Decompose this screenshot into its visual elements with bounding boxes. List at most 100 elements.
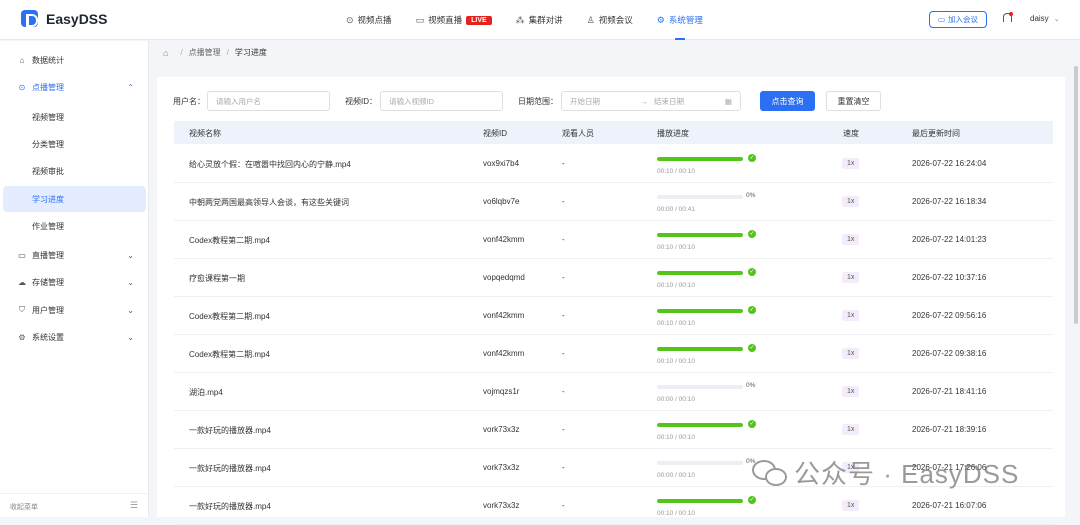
col-last-update: 最后更新时间 bbox=[912, 129, 960, 138]
breadcrumb-item[interactable]: 点播管理 bbox=[189, 47, 221, 58]
breadcrumb-separator: / bbox=[180, 48, 183, 57]
sidebar-sub-homework-management[interactable]: 作业管理 bbox=[0, 213, 148, 239]
check-circle-icon: ✓ bbox=[748, 306, 756, 314]
username-input[interactable]: 请输入用户名 bbox=[207, 91, 330, 111]
query-button[interactable]: 点击查询 bbox=[760, 91, 815, 111]
menu-fold-icon: ☰ bbox=[129, 500, 138, 510]
sidebar-sub-learning-progress[interactable]: 学习进度 bbox=[3, 186, 146, 212]
join-meeting-label: 加入会议 bbox=[948, 15, 979, 24]
main-nav: ⊙ 视频点播 ▭ 视频直播 LIVE ⁂ 集群对讲 ♙ 视频会议 ⚙ 系统管理 bbox=[346, 0, 727, 40]
progress-bar bbox=[657, 157, 743, 161]
sidebar-item-vod-management[interactable]: ⊙ 点播管理 ⌃ bbox=[0, 74, 148, 100]
table-row[interactable]: Codex教程第二期.mp4 vonf42kmm - ✓ 00:10 / 00:10 1x… bbox=[174, 221, 1053, 259]
gear-icon: ⚙ bbox=[656, 14, 665, 25]
home-icon[interactable]: ⌂ bbox=[163, 48, 168, 58]
sidebar: ⌂ 数据统计 ⊙ 点播管理 ⌃ 视频管理 分类管理 视频审批 学习进度 作业管理… bbox=[0, 41, 149, 517]
bell-icon[interactable] bbox=[1002, 12, 1013, 24]
table-row[interactable]: Codex教程第二期.mp4 vonf42kmm - ✓ 00:10 / 00:10 1x… bbox=[174, 335, 1053, 373]
video-camera-icon: ▭ bbox=[18, 250, 26, 260]
table-row[interactable]: 一款好玩的播放器.mp4 vork73x3z - ✓ 00:10 / 00:10 1x 20… bbox=[174, 487, 1053, 525]
nav-cluster-intercom[interactable]: ⁂ 集群对讲 bbox=[516, 0, 563, 40]
progress-time: 00:00 / 00:41 bbox=[657, 206, 695, 213]
sidebar-item-system-settings[interactable]: ⚙ 系统设置 ⌄ bbox=[0, 324, 148, 350]
logo-icon bbox=[21, 10, 38, 27]
table-row[interactable]: 疗愈课程第一期 vopqedqmd - ✓ 00:10 / 00:10 1x 2026-07… bbox=[174, 259, 1053, 297]
progress-time: 00:10 / 00:10 bbox=[657, 320, 695, 327]
sidebar-sub-video-management[interactable]: 视频管理 bbox=[0, 104, 148, 130]
sidebar-sub-label: 视频审批 bbox=[32, 166, 64, 176]
video-id: vo6lqbv7e bbox=[483, 197, 520, 206]
calendar-icon: ▦ bbox=[724, 96, 732, 106]
table-row[interactable]: 中朝两党两国最高领导人会谈，有这些关键词 vo6lqbv7e - 0% 00:00 / … bbox=[174, 183, 1053, 221]
play-circle-icon: ⊙ bbox=[346, 14, 354, 25]
col-progress: 播放进度 bbox=[657, 129, 689, 138]
chevron-up-icon: ⌃ bbox=[127, 82, 134, 92]
logo[interactable]: EasyDSS bbox=[21, 10, 107, 27]
chevron-down-icon: ⌄ bbox=[127, 250, 134, 260]
watermark-text: 公众号 · EasyDSS bbox=[794, 458, 1020, 489]
live-badge: LIVE bbox=[466, 15, 492, 25]
reset-button[interactable]: 重置清空 bbox=[826, 91, 881, 111]
user-menu[interactable]: daisy ⌄ bbox=[1030, 14, 1060, 23]
videoid-input[interactable]: 请输入视频ID bbox=[380, 91, 503, 111]
nav-label: 视频点播 bbox=[357, 15, 392, 25]
speed-tag: 1x bbox=[842, 196, 860, 207]
video-name: 一款好玩的播放器.mp4 bbox=[189, 464, 271, 473]
breadcrumb-current: 学习进度 bbox=[234, 48, 267, 57]
sidebar-item-label: 点播管理 bbox=[32, 82, 64, 92]
speed-tag: 1x bbox=[842, 310, 860, 321]
sidebar-sub-label: 作业管理 bbox=[32, 221, 64, 231]
sidebar-sub-category-management[interactable]: 分类管理 bbox=[0, 131, 148, 157]
progress-bar bbox=[657, 347, 743, 351]
broadcast-icon: ⁂ bbox=[515, 14, 525, 25]
table-row[interactable]: Codex教程第二期.mp4 vonf42kmm - ✓ 00:10 / 00:10 1x… bbox=[174, 297, 1053, 335]
sidebar-item-data-stats[interactable]: ⌂ 数据统计 bbox=[0, 47, 148, 73]
sidebar-item-label: 用户管理 bbox=[32, 305, 64, 315]
progress-time: 00:10 / 00:10 bbox=[657, 244, 695, 251]
sidebar-item-user-management[interactable]: ⛉ 用户管理 ⌄ bbox=[0, 297, 148, 323]
video-id: vonf42kmm bbox=[483, 349, 525, 358]
video-id: vonf42kmm bbox=[483, 311, 525, 320]
last-update-time: 2026-07-22 14:01:23 bbox=[912, 235, 987, 244]
progress-bar bbox=[657, 385, 743, 389]
scrollbar[interactable] bbox=[1074, 66, 1078, 324]
nav-video-meeting[interactable]: ♙ 视频会议 bbox=[587, 0, 633, 40]
progress-percent: 0% bbox=[746, 382, 756, 389]
video-name: 湖泊.mp4 bbox=[189, 388, 223, 397]
progress-cell: ✓ 00:10 / 00:10 bbox=[657, 420, 757, 442]
start-date-placeholder: 开始日期 bbox=[570, 96, 600, 106]
progress-cell: ✓ 00:10 / 00:10 bbox=[657, 344, 757, 366]
video-id: vork73x3z bbox=[483, 425, 520, 434]
progress-fill bbox=[657, 347, 743, 351]
viewer: - bbox=[562, 463, 565, 472]
nav-video-live[interactable]: ▭ 视频直播 LIVE bbox=[416, 0, 492, 40]
progress-bar bbox=[657, 233, 743, 237]
progress-time: 00:10 / 00:10 bbox=[657, 168, 695, 175]
arrow-right-icon: → bbox=[640, 96, 648, 106]
nav-video-on-demand[interactable]: ⊙ 视频点播 bbox=[346, 0, 392, 40]
viewer: - bbox=[562, 349, 565, 358]
video-id: vork73x3z bbox=[483, 501, 520, 510]
table-row[interactable]: 给心灵放个假：在喧嚣中找回内心的宁静.mp4 vox9xi7b4 - ✓ 00:10 /… bbox=[174, 145, 1053, 183]
last-update-time: 2026-07-22 16:24:04 bbox=[912, 159, 987, 168]
join-meeting-button[interactable]: ▭ 加入会议 bbox=[929, 11, 987, 28]
progress-time: 00:10 / 00:10 bbox=[657, 282, 695, 289]
video-name: 给心灵放个假：在喧嚣中找回内心的宁静.mp4 bbox=[189, 160, 351, 169]
date-range-picker[interactable]: 开始日期 → 结束日期 ▦ bbox=[561, 91, 741, 111]
sidebar-sub-video-approval[interactable]: 视频审批 bbox=[0, 158, 148, 184]
top-bar: EasyDSS ⊙ 视频点播 ▭ 视频直播 LIVE ⁂ 集群对讲 ♙ 视频会议… bbox=[0, 0, 1080, 40]
check-circle-icon: ✓ bbox=[748, 344, 756, 352]
table-row[interactable]: 一款好玩的播放器.mp4 vork73x3z - ✓ 00:10 / 00:10 1x 20… bbox=[174, 411, 1053, 449]
video-id: vork73x3z bbox=[483, 463, 520, 472]
viewer: - bbox=[562, 311, 565, 320]
speed-tag: 1x bbox=[842, 234, 860, 245]
col-video-name: 视频名称 bbox=[189, 129, 221, 138]
table-row[interactable]: 湖泊.mp4 vojmqzs1r - 0% 00:00 / 00:10 1x 2026-07… bbox=[174, 373, 1053, 411]
collapse-menu[interactable]: 收起菜单 ☰ bbox=[0, 493, 148, 517]
chevron-down-icon: ⌄ bbox=[127, 332, 134, 342]
sidebar-item-live-management[interactable]: ▭ 直播管理 ⌄ bbox=[0, 242, 148, 268]
nav-system-management[interactable]: ⚙ 系统管理 bbox=[657, 0, 703, 40]
sidebar-item-storage-management[interactable]: ☁ 存储管理 ⌄ bbox=[0, 269, 148, 295]
cloud-icon: ☁ bbox=[18, 277, 26, 287]
sidebar-item-label: 直播管理 bbox=[32, 250, 64, 260]
